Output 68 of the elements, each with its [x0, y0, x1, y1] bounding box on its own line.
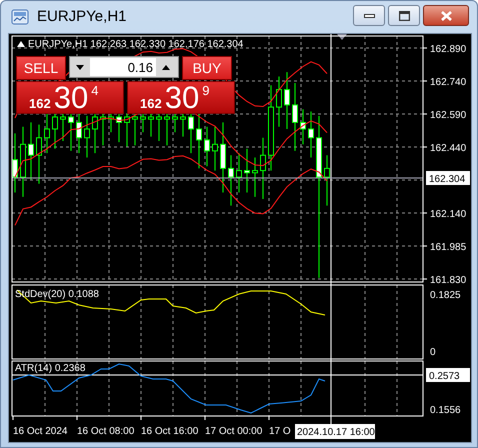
candle — [124, 113, 130, 147]
price-axis-label: 162.890 — [430, 44, 466, 55]
candle — [156, 113, 162, 142]
price-axis-label: 161.985 — [430, 242, 466, 253]
candle — [284, 72, 290, 130]
candle — [236, 152, 242, 193]
price-axis-label: 162.740 — [430, 77, 466, 88]
candle — [172, 113, 178, 133]
candle — [52, 113, 58, 150]
candle — [68, 113, 74, 152]
candle — [44, 113, 50, 154]
candle — [228, 154, 234, 206]
chart-header: EURJPYe,H1 162.263 162.330 162.176 162.304 — [28, 39, 244, 50]
candle — [196, 113, 202, 169]
candle — [220, 122, 226, 193]
candle — [164, 113, 170, 146]
close-button[interactable] — [423, 5, 469, 26]
time-axis-label: 17 Oct 00:00 — [205, 426, 262, 437]
candle — [28, 122, 34, 180]
collapse-triangle-icon[interactable] — [17, 41, 25, 47]
candle — [260, 137, 266, 200]
minimize-icon — [364, 14, 374, 18]
minimize-button[interactable] — [353, 5, 385, 26]
candle — [204, 126, 210, 167]
close-icon — [440, 10, 452, 20]
time-axis-label: 17 O — [269, 426, 291, 437]
price-axis-label: 162.140 — [430, 209, 466, 220]
maximize-icon — [398, 10, 410, 20]
candle — [300, 108, 306, 145]
chart-window-icon — [11, 8, 29, 24]
time-axis-label: 16 Oct 16:00 — [141, 426, 198, 437]
time-axis-label: 16 Oct 2024 — [13, 426, 68, 437]
price-axis-label: 161.830 — [430, 275, 466, 286]
window-title: EURJPYe,H1 — [37, 8, 128, 25]
indicator-axis-label: 0.1825 — [430, 290, 461, 301]
candle — [20, 126, 26, 198]
time-axis-label: 16 Oct 08:00 — [77, 426, 134, 437]
candle — [308, 110, 314, 158]
candle — [132, 113, 138, 146]
candle — [180, 113, 186, 138]
price-axis-label: 162.590 — [430, 110, 466, 121]
candle — [188, 113, 194, 154]
candle — [76, 113, 82, 154]
candle — [292, 82, 298, 152]
candle — [244, 148, 250, 193]
indicator-axis-label: 0 — [430, 347, 436, 358]
sell-button[interactable]: SELL — [16, 56, 66, 80]
price-axis-label: 162.440 — [430, 143, 466, 154]
indicator-label: ATR(14) 0.2368 — [15, 363, 86, 374]
crosshair-time-tag: 2024.10.17 16:00 — [295, 424, 375, 439]
candle — [252, 156, 258, 198]
candle — [324, 154, 330, 206]
candle — [148, 113, 154, 138]
candle — [276, 76, 282, 128]
candle — [92, 113, 98, 154]
candle — [36, 124, 42, 184]
volume-spinner[interactable]: 0.16 — [69, 56, 179, 78]
candle — [212, 126, 218, 172]
candle — [140, 113, 146, 133]
candle — [116, 113, 122, 143]
maximize-button[interactable] — [388, 5, 420, 26]
current-price-tag: 162.304 — [426, 171, 470, 185]
shift-marker-icon[interactable] — [337, 34, 347, 40]
candle — [60, 113, 66, 142]
crosshair-value-tag: 0.2573 — [426, 368, 470, 382]
candle — [84, 115, 90, 158]
buy-button[interactable]: BUY — [182, 56, 232, 80]
indicator-axis-label: 0.1556 — [430, 405, 461, 416]
